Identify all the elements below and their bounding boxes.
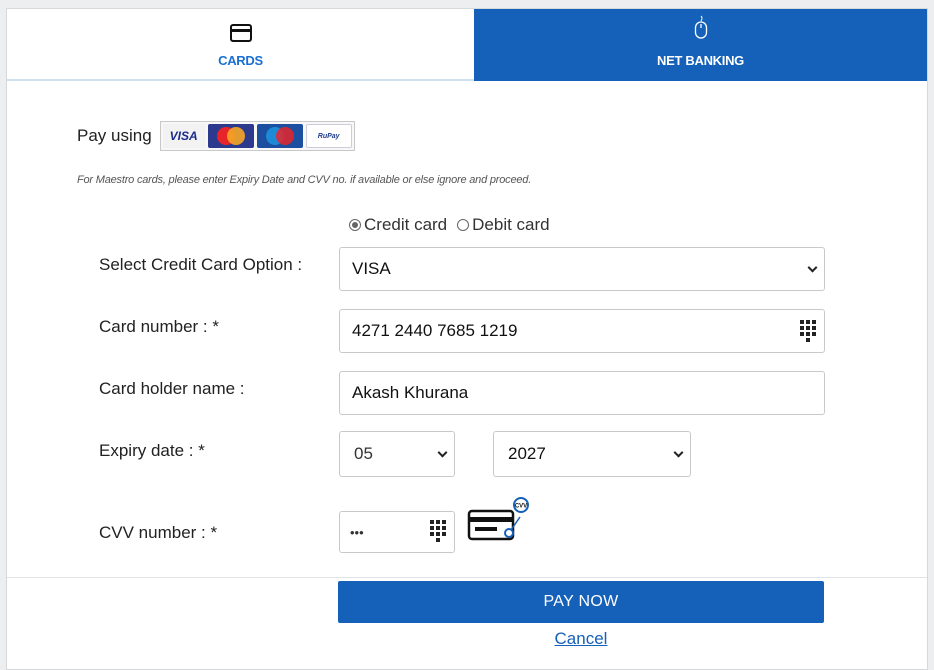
svg-text:CVV: CVV [515, 504, 527, 510]
card-number-label: Card number : * [99, 317, 219, 336]
tab-net-banking[interactable]: NET BANKING [474, 9, 927, 81]
payment-tabs: CARDS NET BANKING [7, 9, 927, 81]
cvv-card-icon: CVV [467, 497, 529, 541]
radio-credit-card[interactable]: Credit card [349, 215, 447, 235]
expiry-year-value: 2027 [508, 444, 546, 463]
radio-debit-card-label: Debit card [472, 215, 550, 234]
radio-credit-card-dot[interactable] [349, 219, 361, 231]
expiry-label: Expiry date : * [99, 441, 205, 460]
mouse-icon [694, 15, 707, 39]
card-option-label: Select Credit Card Option : [99, 255, 303, 274]
keypad-icon[interactable] [430, 520, 446, 542]
expiry-year-select[interactable]: 2027 [493, 431, 691, 477]
pay-using-row: Pay using VISA RuPay [77, 121, 355, 151]
tab-cards-label: CARDS [218, 53, 263, 68]
radio-debit-card-dot[interactable] [457, 219, 470, 231]
card-logos: VISA RuPay [159, 121, 355, 151]
divider [7, 577, 927, 578]
card-option-value: VISA [352, 259, 391, 278]
rupay-logo: RuPay [305, 124, 352, 148]
chevron-down-icon [807, 262, 818, 273]
cvv-value: ••• [350, 524, 364, 540]
tab-net-banking-label: NET BANKING [657, 53, 744, 68]
radio-credit-card-label: Credit card [364, 215, 448, 234]
radio-debit-card[interactable]: Debit card [457, 215, 550, 235]
mastercard-logo [207, 124, 254, 148]
card-option-select[interactable]: VISA [339, 247, 825, 291]
expiry-month-value: 05 [354, 444, 373, 463]
card-type-radios: Credit card Debit card [349, 215, 550, 235]
card-number-value: 4271 2440 7685 1219 [352, 321, 518, 340]
keypad-icon[interactable] [800, 320, 816, 342]
holder-name-label: Card holder name : [99, 379, 245, 398]
payment-panel: CARDS NET BANKING Pay using VISA RuPay F… [6, 8, 928, 670]
visa-logo: VISA [162, 124, 205, 148]
chevron-down-icon [673, 447, 684, 458]
holder-name-value: Akash Khurana [352, 383, 469, 402]
cvv-input[interactable]: ••• [339, 511, 455, 553]
chevron-down-icon [437, 447, 448, 458]
holder-name-input[interactable]: Akash Khurana [339, 371, 825, 415]
cancel-link[interactable]: Cancel [338, 629, 824, 649]
maestro-logo [256, 124, 303, 148]
maestro-note: For Maestro cards, please enter Expiry D… [77, 174, 532, 186]
pay-using-label: Pay using [77, 126, 152, 145]
expiry-month-select[interactable]: 05 [339, 431, 455, 477]
cvv-label: CVV number : * [99, 523, 218, 542]
credit-card-icon [229, 24, 252, 42]
pay-now-button[interactable]: PAY NOW [338, 581, 824, 623]
tab-cards[interactable]: CARDS [7, 9, 474, 81]
card-number-input[interactable]: 4271 2440 7685 1219 [339, 309, 825, 353]
